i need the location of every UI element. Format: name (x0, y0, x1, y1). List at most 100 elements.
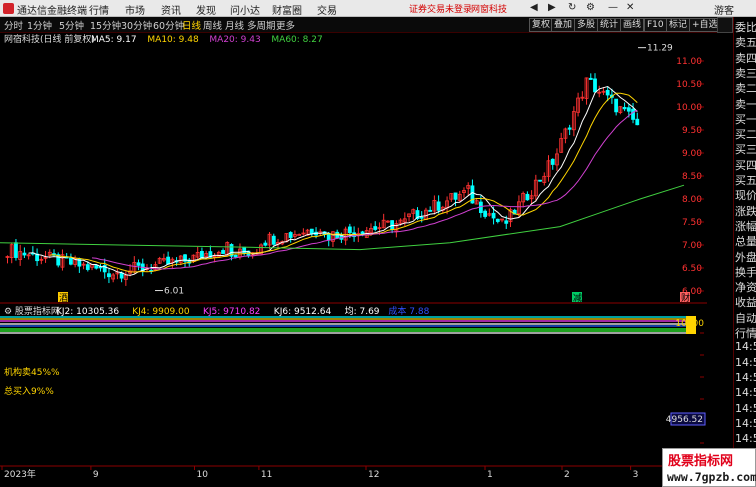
refresh-icon[interactable]: ↻ (568, 2, 576, 13)
menu-item[interactable]: 资讯 (161, 2, 181, 17)
candle-body (94, 265, 99, 269)
menu-item[interactable]: 问小达 (230, 2, 260, 17)
indicator-value-0: KJ2: 10305.36 (56, 307, 119, 317)
y-tick-label: 10.00 (676, 103, 702, 113)
quote-side-panel: 委比 卖五 卖四 卖三 卖二 卖一 买一 买二 买三 买四 买五 现价 涨跌 涨幅 总量 外盘 换手 净资 收益 自动… (733, 17, 756, 487)
quote-field-label: 卖四 (735, 51, 756, 65)
x-tick-label: 3 (633, 470, 639, 479)
quote-field-label: 买一 (735, 112, 756, 126)
quote-field-label: 卖五 (735, 36, 756, 50)
quote-field-label: 14:5 (735, 370, 756, 384)
period-tab[interactable]: 30分钟 (121, 18, 152, 32)
period-tab[interactable]: 1分钟 (27, 18, 52, 32)
quote-field-label: 收益 (735, 296, 756, 310)
candle-body (588, 77, 593, 80)
menu-item[interactable]: 市场 (125, 2, 145, 17)
signal-text-2: 总买入9%% (4, 385, 54, 397)
chart-tool-button[interactable]: 叠加 (551, 18, 576, 32)
chart-tool-button[interactable]: 标记 (666, 18, 691, 32)
candle-body (550, 158, 555, 165)
watermark-title: 股票指标网 (668, 454, 734, 469)
candle-body (605, 89, 610, 96)
chart-tool-button[interactable]: 统计 (597, 18, 622, 32)
y-tick-label: 9.50 (682, 126, 702, 136)
menu-item[interactable]: 交易 (317, 2, 337, 17)
stock-title: 网宿科技(日线 前复权) (4, 33, 95, 45)
chart-tool-button[interactable]: F10 (644, 18, 667, 32)
quote-field-label: 净资 (735, 281, 756, 295)
chart-toolbar: 分时 1分钟 5分钟 15分钟 30分钟 60分钟 日线 周线 月线 多周期 更多 复权 叠加 多股 统计… (0, 17, 721, 33)
kline-chart[interactable]: 网宿科技(日线 前复权)MA5: 9.17 MA10: 9.48 MA20: 9.4… (0, 33, 707, 479)
watermark-url: www.7gpzb.com (667, 470, 756, 484)
chart-tool-button[interactable]: +自选 (689, 18, 721, 32)
y-tick-label: 10.50 (676, 80, 702, 90)
event-marker-label: 酒 (59, 293, 68, 304)
candle-body (271, 235, 276, 245)
quote-field-label: 涨跌 (735, 204, 756, 218)
quote-field-label: 卖三 (735, 66, 756, 80)
x-tick-label: 9 (93, 470, 99, 479)
candle-body (98, 266, 103, 269)
candle-body (614, 98, 619, 113)
quote-field-label: 14:5 (735, 340, 756, 354)
candle-body (233, 254, 238, 258)
ma60-line (0, 184, 685, 251)
minimize-icon[interactable]: — (608, 2, 618, 13)
event-marker-label: 减 (573, 292, 582, 304)
quote-field-label: 14:5 (735, 386, 756, 400)
chart-tool-button[interactable]: 多股 (574, 18, 599, 32)
panel-toggle-button[interactable] (717, 17, 733, 33)
candle-body (166, 256, 171, 265)
candle-body (263, 242, 268, 246)
period-tab[interactable]: 多周期 (247, 18, 276, 32)
menu-item[interactable]: 发现 (196, 2, 216, 17)
chart-tool-button[interactable]: 复权 (529, 18, 554, 32)
period-tab[interactable]: 5分钟 (59, 18, 84, 32)
quote-field-label: 卖二 (735, 82, 756, 96)
period-tab[interactable]: 更多 (276, 18, 295, 32)
trade-login-notice[interactable]: 证券交易未登录 (409, 2, 472, 15)
back-icon[interactable]: ◀ (530, 2, 538, 13)
candle-body (491, 212, 496, 219)
y-tick-label: 7.00 (682, 241, 702, 251)
period-tab[interactable]: 60分钟 (153, 18, 184, 32)
candle-body (567, 127, 572, 130)
x-tick-label: 1 (487, 470, 493, 479)
close-icon[interactable]: ✕ (626, 2, 634, 13)
menu-item[interactable]: 行情 (89, 2, 109, 17)
candle-body (428, 209, 433, 212)
period-tab[interactable]: 日线 (182, 18, 201, 32)
candle-body (495, 218, 500, 222)
indicator-value-1: KJ4: 9909.00 (132, 307, 190, 317)
ma-legend-2: MA20: 9.43 (209, 35, 260, 45)
indicator-y-top: 10000 (675, 319, 704, 329)
x-tick-label: 12 (368, 470, 379, 479)
candle-body (309, 228, 314, 235)
user-login[interactable]: 游客 (714, 2, 734, 17)
candle-body (136, 262, 141, 266)
candle-body (525, 193, 530, 201)
low-price-label: 6.01 (164, 287, 184, 297)
indicator-value-3: KJ6: 9512.64 (274, 307, 332, 317)
candle-body (221, 250, 225, 254)
period-tab[interactable]: 周线 (203, 18, 222, 32)
app-name: 通达信金融终端 (17, 6, 87, 17)
settings-gear-icon[interactable]: ⚙ (586, 2, 595, 13)
period-tab[interactable]: 月线 (225, 18, 244, 32)
candle-body (593, 78, 597, 93)
y-tick-label: 8.00 (682, 195, 702, 205)
candle-body (69, 257, 73, 265)
quote-field-label: 行情 (735, 327, 756, 340)
candle-body (347, 226, 352, 234)
y-tick-label: 9.00 (682, 149, 702, 159)
period-tab[interactable]: 15分钟 (90, 18, 121, 32)
broker-link[interactable]: 网窗科技 (471, 2, 507, 15)
chart-tool-button[interactable]: 画线 (620, 18, 645, 32)
period-tab[interactable]: 分时 (4, 18, 23, 32)
menu-item[interactable]: 财富圈 (272, 2, 302, 17)
indicator-value-4: 均: 7.69 (345, 305, 380, 317)
candle-body (635, 118, 640, 126)
forward-icon[interactable]: ▶ (548, 2, 556, 13)
x-tick-label: 10 (197, 470, 209, 479)
ma-legend-0: MA5: 9.17 (91, 35, 137, 45)
